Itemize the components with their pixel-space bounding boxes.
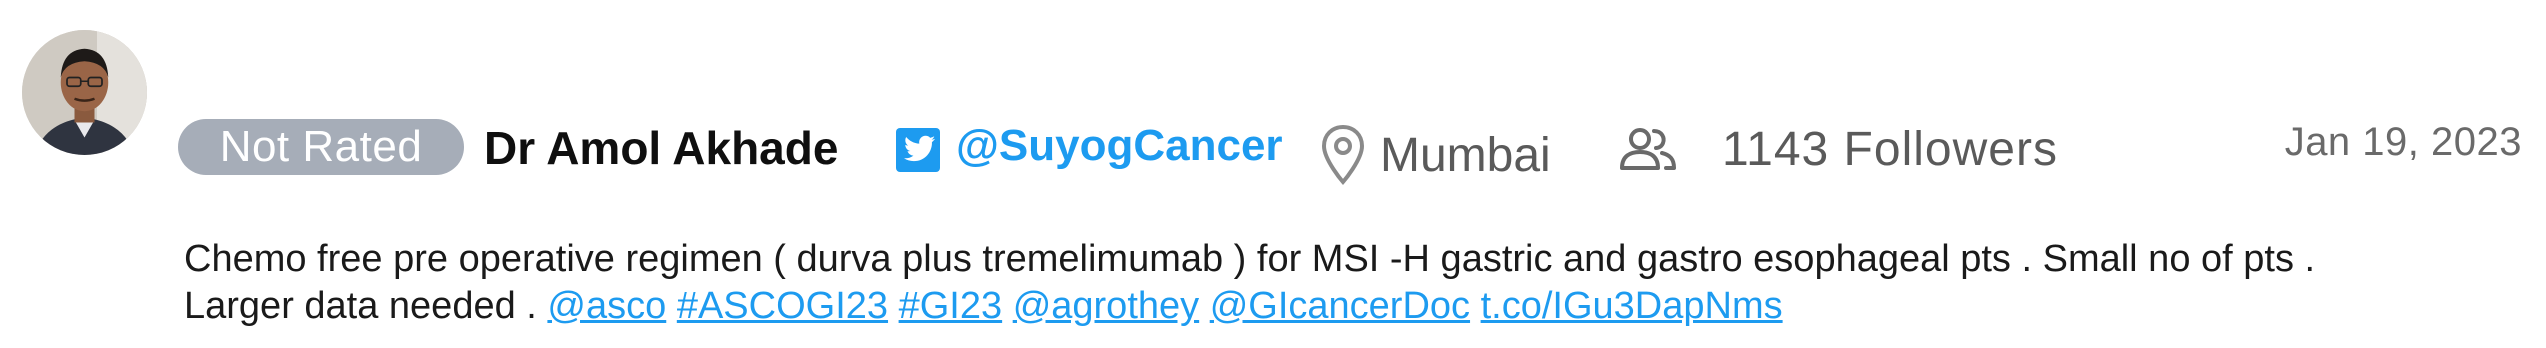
post-text-line1: Chemo free pre operative regimen ( durva…: [184, 238, 2316, 280]
url-link[interactable]: t.co/IGu3DapNms: [1481, 285, 1783, 327]
post-date: Jan 19, 2023: [2284, 120, 2522, 164]
mention-link[interactable]: @asco: [547, 285, 666, 327]
followers-count: 1143 Followers: [1722, 123, 2058, 176]
rating-badge: Not Rated: [178, 119, 464, 175]
twitter-handle-link[interactable]: @SuyogCancer: [956, 118, 1283, 174]
post-text: Chemo free pre operative regimen ( durva…: [184, 236, 2504, 330]
post-header: Not Rated Dr Amol Akhade @SuyogCancer Mu…: [178, 112, 2546, 186]
location-pin-icon: [1320, 124, 1366, 186]
hashtag-link[interactable]: #ASCOGI23: [677, 285, 888, 327]
post-text-line2: Larger data needed .: [184, 285, 537, 327]
mention-link[interactable]: @agrothey: [1013, 285, 1199, 327]
twitter-icon[interactable]: [896, 128, 940, 172]
avatar[interactable]: [22, 30, 147, 155]
people-icon: [1618, 126, 1678, 172]
mention-link[interactable]: @GIcancerDoc: [1210, 285, 1470, 327]
location-label: Mumbai: [1380, 129, 1551, 182]
author-name[interactable]: Dr Amol Akhade: [484, 120, 838, 176]
hashtag-link[interactable]: #GI23: [899, 285, 1003, 327]
